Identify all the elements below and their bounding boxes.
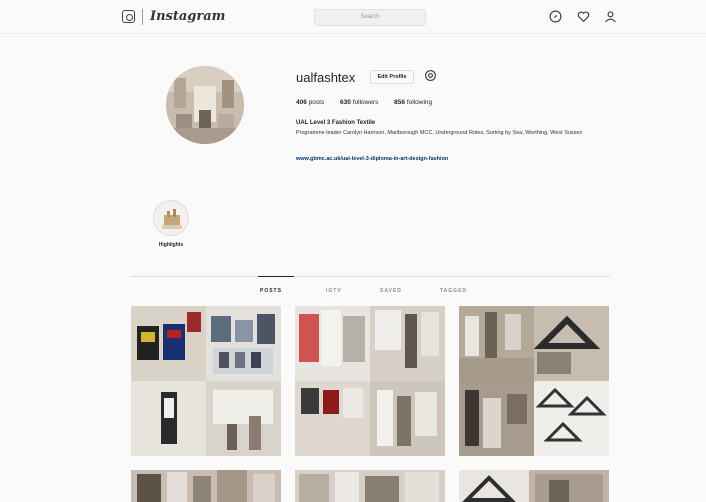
post-image [131, 470, 281, 502]
post-image [295, 306, 445, 456]
following-count[interactable]: 856 following [394, 99, 432, 106]
post-thumbnail[interactable] [459, 470, 609, 502]
post-thumbnail[interactable] [459, 306, 609, 456]
instagram-camera-icon[interactable] [122, 10, 135, 23]
post-image [459, 306, 609, 456]
post-thumbnail[interactable] [295, 306, 445, 456]
post-thumbnail[interactable] [295, 470, 445, 502]
instagram-logo[interactable]: Instagram [150, 9, 225, 24]
profile-username: ualfashtex [296, 70, 356, 85]
tab-posts[interactable]: POSTS [260, 288, 282, 294]
profile-avatar[interactable] [166, 66, 244, 144]
post-thumbnail[interactable] [131, 470, 281, 502]
post-thumbnail[interactable] [131, 306, 281, 456]
heart-icon[interactable] [577, 10, 590, 23]
logo-divider [142, 9, 143, 25]
highlight-label: Highlights [158, 242, 184, 248]
avatar-photo [166, 66, 244, 144]
tab-tagged[interactable]: TAGGED [440, 288, 467, 294]
explore-icon[interactable] [549, 10, 562, 23]
edit-profile-button[interactable]: Edit Profile [370, 70, 414, 84]
settings-gear-icon[interactable] [424, 69, 437, 82]
post-image [295, 470, 445, 502]
posts-count: 406 posts [296, 99, 325, 106]
post-image [131, 306, 281, 456]
profile-icon[interactable] [604, 10, 617, 23]
story-highlight[interactable] [153, 200, 189, 236]
active-tab-indicator [258, 276, 294, 277]
bio-name: UAL Level 3 Fashion Textile [296, 120, 376, 126]
bio-link[interactable]: www.gbmc.ac.uk/ual-level-3-diploma-in-ar… [296, 156, 448, 162]
tab-igtv[interactable]: IGTV [326, 288, 342, 294]
tab-saved[interactable]: SAVED [380, 288, 402, 294]
followers-count[interactable]: 630 followers [340, 99, 378, 106]
top-nav-bar: Instagram Search [0, 0, 706, 34]
profile-stats: 406 posts 630 followers 856 following [296, 99, 446, 106]
bio-text: Programme leader Carolyn Harrison, Marlb… [296, 130, 583, 136]
tabs-divider [130, 276, 610, 277]
post-image [459, 470, 609, 502]
search-input[interactable]: Search [314, 9, 426, 26]
